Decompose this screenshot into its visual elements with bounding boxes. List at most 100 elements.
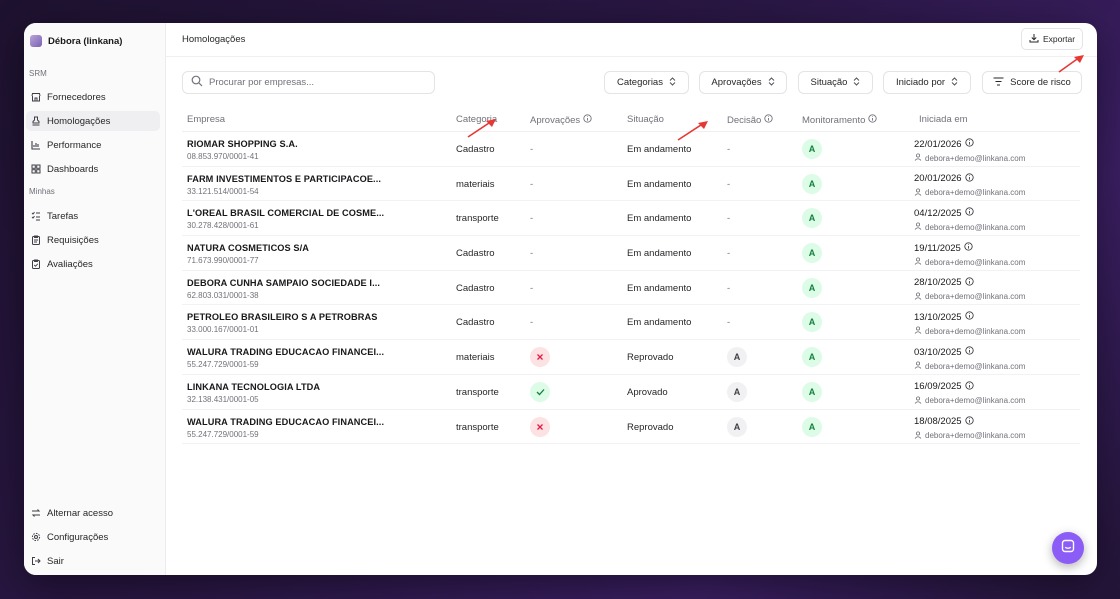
iniciada-em-cell: 03/10/2025 debora+demo@linkana.com [914, 346, 1025, 371]
info-icon[interactable] [964, 277, 974, 289]
workspace-switcher[interactable]: Débora (linkana) [28, 31, 162, 51]
column-label: Decisão [727, 114, 762, 126]
clipboard-icon [31, 235, 41, 245]
iniciada-em-cell: 18/08/2025 debora+demo@linkana.com [914, 415, 1025, 441]
column-header-decisao[interactable]: Decisão [727, 114, 773, 126]
situacao-cell: Em andamento [627, 282, 692, 294]
info-icon[interactable] [964, 173, 974, 185]
info-icon[interactable] [583, 114, 592, 126]
start-date: 04/12/2025 [914, 207, 962, 219]
company-cell[interactable]: WALURA TRADING EDUCACAO FINANCEI... 55.24… [187, 417, 384, 439]
column-header-monitoramento[interactable]: Monitoramento [802, 114, 878, 126]
info-icon[interactable] [964, 346, 974, 358]
company-name[interactable]: PETROLEO BRASILEIRO S A PETROBRAS [187, 312, 377, 322]
monitoramento-badge: A [802, 243, 822, 264]
export-label: Exportar [1042, 34, 1076, 44]
filter-iniciado-por-button[interactable]: Iniciado por [883, 71, 971, 94]
info-icon[interactable] [964, 138, 974, 150]
table-row[interactable]: PETROLEO BRASILEIRO S A PETROBRAS 33.000.… [182, 305, 1080, 341]
store-icon [31, 92, 41, 102]
sidebar-item-label: Fornecedores [47, 91, 106, 103]
filter-situacao-button[interactable]: Situação [798, 71, 873, 94]
filter-label: Categorias [617, 77, 663, 88]
company-name[interactable]: WALURA TRADING EDUCACAO FINANCEI... [187, 417, 384, 427]
table-row[interactable]: RIOMAR SHOPPING S.A. 08.853.970/0001-41 Ca… [182, 132, 1080, 167]
column-header-aprovacoes[interactable]: Aprovações [530, 114, 592, 126]
rejected-x-icon [530, 347, 550, 368]
company-name[interactable]: DEBORA CUNHA SAMPAIO SOCIEDADE I... [187, 278, 380, 288]
info-icon[interactable] [964, 207, 974, 219]
company-name[interactable]: L'OREAL BRASIL COMERCIAL DE COSME... [187, 208, 384, 218]
info-icon[interactable] [964, 415, 974, 428]
started-by-user: debora+demo@linkana.com [925, 326, 1026, 336]
situacao-cell: Em andamento [627, 317, 692, 329]
company-name[interactable]: LINKANA TECNOLOGIA LTDA [187, 382, 320, 392]
sidebar-item-configuracoes[interactable]: Configurações [26, 527, 160, 547]
column-header-categoria[interactable]: Categoria [456, 114, 497, 125]
user-icon [914, 361, 922, 371]
user-icon [914, 292, 922, 302]
sidebar-item-alternar-acesso[interactable]: Alternar acesso [26, 503, 160, 523]
company-cell[interactable]: DEBORA CUNHA SAMPAIO SOCIEDADE I... 62.80… [187, 278, 380, 300]
column-header-situacao[interactable]: Situação [627, 114, 664, 125]
score-de-risco-label: Score de risco [1010, 77, 1071, 88]
column-header-iniciada-em[interactable]: Iniciada em [919, 114, 968, 125]
company-cell[interactable]: LINKANA TECNOLOGIA LTDA 32.138.431/0001-0… [187, 382, 320, 404]
user-icon [914, 188, 922, 198]
filter-aprovacoes-button[interactable]: Aprovações [699, 71, 787, 94]
company-name[interactable]: WALURA TRADING EDUCACAO FINANCEI... [187, 347, 384, 357]
company-name[interactable]: FARM INVESTIMENTOS E PARTICIPACOE... [187, 174, 381, 184]
company-cell[interactable]: L'OREAL BRASIL COMERCIAL DE COSME... 30.2… [187, 208, 384, 230]
started-by-user: debora+demo@linkana.com [925, 292, 1026, 302]
company-cnpj: 55.247.729/0001-59 [187, 360, 259, 370]
table-row[interactable]: LINKANA TECNOLOGIA LTDA 32.138.431/0001-0… [182, 375, 1080, 410]
sidebar-item-avaliacoes[interactable]: Avaliações [26, 254, 160, 274]
categoria-cell: Cadastro [456, 282, 495, 294]
company-cell[interactable]: RIOMAR SHOPPING S.A. 08.853.970/0001-41 [187, 139, 298, 161]
sidebar-item-homologacoes[interactable]: Homologações [26, 111, 160, 131]
table-body: RIOMAR SHOPPING S.A. 08.853.970/0001-41 Ca… [182, 132, 1080, 445]
info-icon[interactable] [964, 381, 974, 393]
company-name[interactable]: RIOMAR SHOPPING S.A. [187, 139, 298, 149]
company-cell[interactable]: WALURA TRADING EDUCACAO FINANCEI... 55.24… [187, 347, 384, 369]
info-icon[interactable] [868, 114, 878, 126]
company-cnpj: 33.000.167/0001-01 [187, 325, 259, 335]
decisao-cell: - [727, 248, 731, 260]
table-row[interactable]: FARM INVESTIMENTOS E PARTICIPACOE... 33.1… [182, 167, 1080, 202]
info-icon[interactable] [964, 242, 973, 254]
search-box[interactable] [182, 71, 435, 94]
aprovacoes-cell: - [530, 282, 534, 294]
sidebar-item-dashboards[interactable]: Dashboards [26, 159, 160, 179]
start-date: 20/01/2026 [914, 173, 962, 185]
sidebar-item-sair[interactable]: Sair [26, 551, 160, 571]
info-icon[interactable] [764, 114, 773, 126]
search-icon [191, 74, 203, 92]
search-input[interactable] [209, 77, 419, 88]
table-row[interactable]: WALURA TRADING EDUCACAO FINANCEI... 55.24… [182, 410, 1080, 445]
decisao-cell: - [727, 144, 731, 155]
user-icon [914, 430, 922, 441]
table-row[interactable]: DEBORA CUNHA SAMPAIO SOCIEDADE I... 62.80… [182, 271, 1080, 306]
company-cell[interactable]: FARM INVESTIMENTOS E PARTICIPACOE... 33.1… [187, 174, 381, 196]
info-icon[interactable] [964, 311, 974, 323]
company-cell[interactable]: NATURA COSMETICOS S/A 71.673.990/0001-77 [187, 243, 309, 265]
sidebar-item-tarefas[interactable]: Tarefas [26, 206, 160, 226]
chat-support-button[interactable] [1052, 532, 1084, 564]
table-row[interactable]: L'OREAL BRASIL COMERCIAL DE COSME... 30.2… [182, 201, 1080, 237]
chevron-up-down-icon [768, 76, 775, 89]
sidebar-item-performance[interactable]: Performance [26, 135, 160, 155]
export-button[interactable]: Exportar [1021, 28, 1083, 50]
table-row[interactable]: WALURA TRADING EDUCACAO FINANCEI... 55.24… [182, 340, 1080, 375]
company-cnpj: 30.278.428/0001-61 [187, 221, 259, 231]
company-name[interactable]: NATURA COSMETICOS S/A [187, 243, 309, 253]
filter-categorias-button[interactable]: Categorias [604, 71, 689, 94]
sidebar-item-fornecedores[interactable]: Fornecedores [26, 87, 160, 107]
chevron-up-down-icon [951, 76, 958, 89]
column-header-empresa[interactable]: Empresa [187, 114, 225, 125]
sidebar-item-requisicoes[interactable]: Requisições [26, 230, 160, 250]
table-row[interactable]: NATURA COSMETICOS S/A 71.673.990/0001-77 C… [182, 236, 1080, 271]
sidebar-item-label: Homologações [47, 115, 111, 127]
score-de-risco-button[interactable]: Score de risco [982, 71, 1082, 94]
column-label: Iniciada em [919, 114, 968, 125]
company-cell[interactable]: PETROLEO BRASILEIRO S A PETROBRAS 33.000.… [187, 312, 377, 334]
